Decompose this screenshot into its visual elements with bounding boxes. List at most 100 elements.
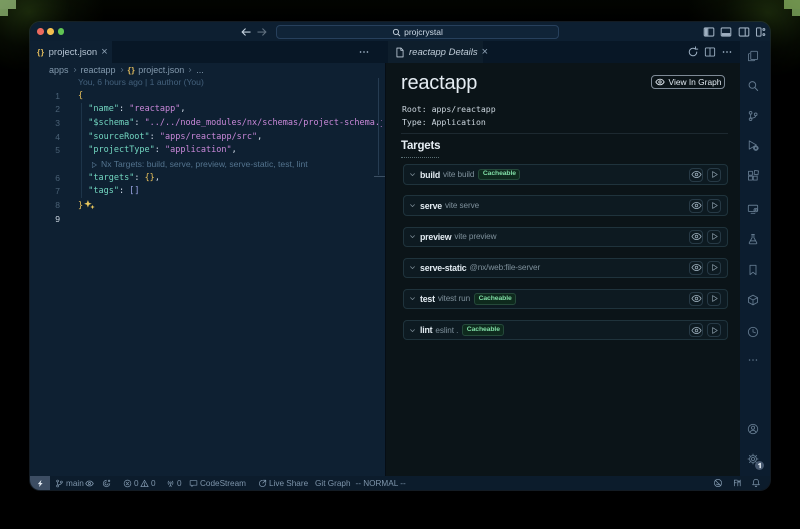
activity-search-icon[interactable] <box>747 80 759 92</box>
blame-annotation: You, 6 hours ago | 1 author (You) <box>78 76 204 90</box>
more-actions-icon[interactable] <box>721 46 733 58</box>
code-text: "projectType": "application", <box>78 144 237 158</box>
customize-layout-icon[interactable] <box>755 26 767 38</box>
view-in-graph-button[interactable]: View In Graph <box>651 75 725 89</box>
run-target-button[interactable] <box>707 230 721 244</box>
status-feedback[interactable] <box>713 478 723 488</box>
status-git-graph[interactable]: Git Graph <box>315 476 351 490</box>
line-number: 2 <box>30 103 60 117</box>
breadcrumb-item[interactable]: ... <box>196 65 204 75</box>
breadcrumb[interactable]: appsreactapp{}project.json... <box>30 63 404 76</box>
toggle-panel-left-icon[interactable] <box>703 26 715 38</box>
target-command: vite preview <box>454 232 496 241</box>
toggle-panel-bottom-icon[interactable] <box>720 26 732 38</box>
minimize-window-button[interactable] <box>47 28 54 35</box>
breadcrumb-item[interactable]: reactapp <box>81 65 116 75</box>
view-target-button[interactable] <box>689 199 703 213</box>
breadcrumb-item[interactable]: apps <box>49 65 69 75</box>
run-codelens-icon[interactable] <box>90 161 98 169</box>
refresh-icon[interactable] <box>687 46 699 58</box>
code-line-6[interactable]: 6 "targets": {}, <box>30 172 382 186</box>
wallpaper-pixel-right-2 <box>792 9 800 16</box>
activity-bookmarks-icon[interactable] <box>747 264 759 276</box>
toggle-panel-right-icon[interactable] <box>738 26 750 38</box>
search-value: projcrystal <box>404 27 443 37</box>
split-editor-icon[interactable] <box>704 46 716 58</box>
code-line-1[interactable]: 1{ <box>30 90 382 104</box>
tab-reactapp-details[interactable]: reactapp Details × <box>388 41 483 63</box>
chevron-down-icon[interactable] <box>409 295 416 302</box>
view-target-button[interactable] <box>689 323 703 337</box>
view-target-button[interactable] <box>689 168 703 182</box>
close-window-button[interactable] <box>37 28 44 35</box>
target-name: serve <box>420 201 442 211</box>
run-target-button[interactable] <box>707 323 721 337</box>
status-gitlens-blame[interactable] <box>85 476 94 490</box>
view-target-button[interactable] <box>689 261 703 275</box>
chevron-down-icon[interactable] <box>409 327 416 334</box>
run-target-button[interactable] <box>707 261 721 275</box>
run-target-button[interactable] <box>707 168 721 182</box>
zoom-window-button[interactable] <box>58 28 65 35</box>
close-tab-icon[interactable]: × <box>101 47 107 58</box>
code-line-5[interactable]: 5 "projectType": "application", <box>30 144 382 158</box>
ports-icon <box>166 479 175 488</box>
target-row-serve[interactable]: servevite serve <box>403 195 728 216</box>
target-row-build[interactable]: buildvite buildCacheable <box>403 164 728 185</box>
status-live-share[interactable]: Live Share <box>258 476 309 490</box>
target-row-lint[interactable]: linteslint .Cacheable <box>403 320 728 341</box>
gitlens-blame-line[interactable]: You, 6 hours ago | 1 author (You) <box>30 76 382 90</box>
activity-more-views-icon[interactable] <box>747 354 759 366</box>
gitlens-mode-icon <box>102 479 111 488</box>
target-row-test[interactable]: testvitest runCacheable <box>403 289 728 310</box>
status-git-branch[interactable]: main <box>55 476 84 490</box>
activity-explorer-icon[interactable] <box>747 50 759 62</box>
code-line-2[interactable]: 2 "name": "reactapp", <box>30 103 382 117</box>
target-row-serve-static[interactable]: serve-static@nx/web:file-server <box>403 258 728 279</box>
status-gitlens-mode[interactable] <box>102 476 111 490</box>
run-target-button[interactable] <box>707 292 721 306</box>
status-problems-warnings[interactable]: 0 <box>140 476 156 490</box>
activity-nx-console-icon[interactable] <box>747 294 759 306</box>
close-tab-icon[interactable]: × <box>482 47 488 58</box>
code-line-4[interactable]: 4 "sourceRoot": "apps/reactapp/src", <box>30 131 382 145</box>
activity-extensions-icon[interactable] <box>747 170 759 182</box>
chevron-down-icon[interactable] <box>409 202 416 209</box>
status-remote-indicator[interactable] <box>30 476 50 490</box>
navigate-forward-icon[interactable] <box>256 26 268 38</box>
targets-heading-underline <box>401 157 439 158</box>
activity-accounts-icon[interactable] <box>747 423 759 435</box>
activity-time-travel-icon[interactable] <box>747 326 759 338</box>
status-problems-errors[interactable]: 0 <box>123 476 139 490</box>
more-actions-icon[interactable] <box>358 46 370 58</box>
status-vim-mode[interactable]: -- NORMAL -- <box>356 476 406 490</box>
activity-remote-explorer-icon[interactable] <box>747 203 759 215</box>
target-row-preview[interactable]: previewvite preview <box>403 227 728 248</box>
activity-run-and-debug-icon[interactable] <box>747 139 759 151</box>
chevron-down-icon[interactable] <box>409 171 416 178</box>
codelens-line[interactable]: Nx Targets: build, serve, preview, serve… <box>30 158 382 172</box>
status-ports[interactable]: 0 <box>166 476 182 490</box>
breadcrumb-item[interactable]: project.json <box>138 65 184 75</box>
code-editor[interactable]: You, 6 hours ago | 1 author (You)1{2 "na… <box>30 76 385 476</box>
navigate-back-icon[interactable] <box>240 26 252 38</box>
status-notifications[interactable] <box>751 478 761 488</box>
code-line-3[interactable]: 3 "$schema": "../../node_modules/nx/sche… <box>30 117 382 131</box>
activity-testing-icon[interactable] <box>747 233 759 245</box>
view-target-button[interactable] <box>689 230 703 244</box>
command-center-search[interactable]: projcrystal <box>276 25 559 39</box>
run-target-button[interactable] <box>707 199 721 213</box>
search-icon <box>392 28 401 37</box>
status-codestream[interactable]: CodeStream <box>189 476 246 490</box>
code-line-7[interactable]: 7 "tags": [] <box>30 185 382 199</box>
activity-source-control-icon[interactable] <box>747 110 759 122</box>
chevron-down-icon[interactable] <box>409 264 416 271</box>
code-text: } <box>78 199 96 213</box>
view-target-button[interactable] <box>689 292 703 306</box>
code-line-9[interactable]: 9 <box>30 213 382 227</box>
tab-project-json[interactable]: {} project.json × <box>30 41 112 63</box>
play-icon <box>710 232 719 241</box>
status-format[interactable] <box>732 478 742 488</box>
code-line-8[interactable]: 8} <box>30 199 382 213</box>
chevron-down-icon[interactable] <box>409 233 416 240</box>
